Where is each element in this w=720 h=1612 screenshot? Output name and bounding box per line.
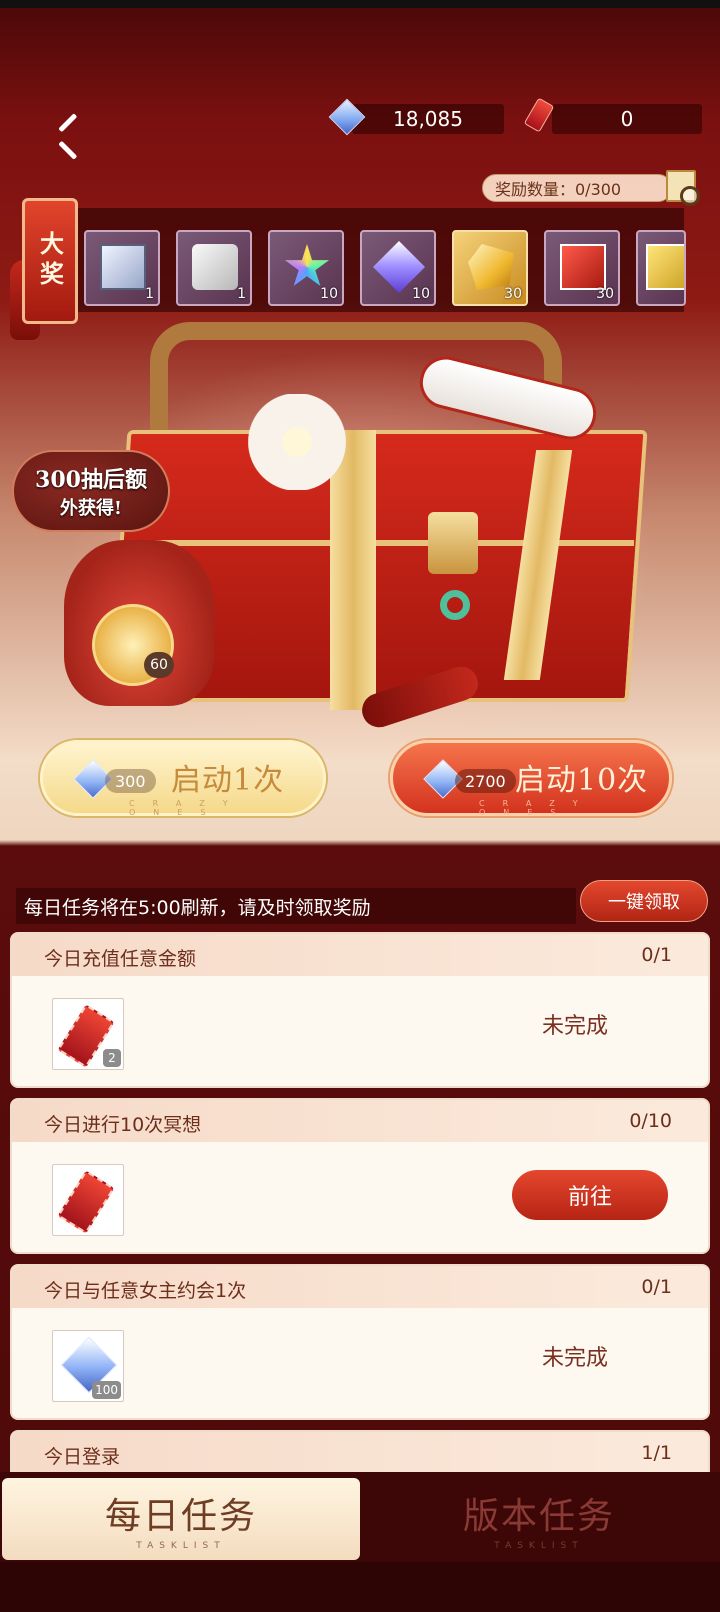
tab-daily-label: 每日任务 <box>104 1496 257 1537</box>
reward-count-label: 奖励数量：0/300 <box>495 180 622 199</box>
task-progress: 0/10 <box>629 1110 672 1132</box>
task-card: 今日进行10次冥想 0/10 前往 <box>10 1098 710 1254</box>
status-bar <box>0 0 720 8</box>
gem-balance: 18,085 <box>352 104 504 134</box>
task-reward[interactable]: 2 <box>52 998 124 1070</box>
goto-button[interactable]: 前往 <box>512 1170 668 1220</box>
tab-version-label: 版本任务 <box>462 1496 615 1537</box>
launch-10-button[interactable]: 2700 启动10次 CRAZY ONES <box>390 740 672 817</box>
ticket-balance-value: 0 <box>620 107 634 131</box>
prize-item[interactable]: 30 <box>544 230 620 306</box>
task-title: 今日充值任意金额 <box>44 948 197 970</box>
launch-1-label: 启动1次 <box>171 763 285 798</box>
task-status: 未完成 <box>542 1014 609 1039</box>
prize-item[interactable] <box>636 230 686 306</box>
launch-1-cost: 300 <box>105 769 156 793</box>
chest-lock <box>428 512 478 574</box>
task-progress: 0/1 <box>641 944 672 966</box>
task-card: 今日充值任意金额 0/1 2 未完成 <box>10 932 710 1088</box>
reward-preview-icon[interactable] <box>666 170 700 206</box>
task-title: 今日登录 <box>44 1446 121 1468</box>
prize-item[interactable]: 1 <box>176 230 252 306</box>
tab-daily-tasks[interactable]: 每日任务 TASKLIST <box>2 1478 360 1560</box>
bonus-count: 60 <box>144 652 174 678</box>
refresh-notice: 每日任务将在5:00刷新，请及时领取奖励 <box>16 888 576 924</box>
bonus-line1: 300抽后额 <box>35 467 147 493</box>
reward-count[interactable]: 奖励数量：0/300 <box>482 174 672 202</box>
tab-version-sub: TASKLIST <box>494 1541 584 1551</box>
bonus-badge: 300抽后额 外获得! <box>12 450 170 532</box>
tab-version-tasks[interactable]: 版本任务 TASKLIST <box>360 1478 718 1560</box>
launch-10-cost: 2700 <box>455 769 516 793</box>
star-icon <box>284 244 330 286</box>
prize-count: 30 <box>596 286 614 302</box>
bonus-line2: 外获得! <box>60 498 122 519</box>
launch-10-sub: CRAZY ONES <box>479 799 596 817</box>
yellow-box-icon <box>646 244 684 290</box>
claim-all-label: 一键领取 <box>608 892 680 913</box>
grand-prize-tag-label: 大奖 <box>35 231 65 291</box>
magnolia-flower <box>232 394 362 490</box>
task-progress: 1/1 <box>641 1442 672 1464</box>
task-reward[interactable] <box>52 1164 124 1236</box>
prize-count: 1 <box>145 286 154 302</box>
ticket-icon <box>57 1170 115 1234</box>
gem-balance-value: 18,085 <box>393 107 463 131</box>
event-screen: 18,085 0 奖励数量：0/300 大奖 1 1 10 10 30 30 6… <box>0 0 720 1612</box>
prize-item[interactable]: 1 <box>84 230 160 306</box>
bags-icon <box>192 244 238 290</box>
task-reward[interactable]: 100 <box>52 1330 124 1402</box>
task-card: 今日与任意女主约会1次 0/1 100 未完成 <box>10 1264 710 1420</box>
task-title: 今日与任意女主约会1次 <box>44 1280 247 1302</box>
prize-item[interactable]: 10 <box>360 230 436 306</box>
prize-count: 1 <box>237 286 246 302</box>
goto-label: 前往 <box>567 1185 612 1210</box>
prize-count: 10 <box>320 286 338 302</box>
grand-prize-tag: 大奖 <box>22 198 78 324</box>
launch-1-button[interactable]: 300 启动1次 CRAZY ONES <box>40 740 326 817</box>
prize-count: 10 <box>412 286 430 302</box>
ticket-balance: 0 <box>552 104 702 134</box>
task-progress: 0/1 <box>641 1276 672 1298</box>
task-reward-count: 100 <box>92 1381 121 1399</box>
launch-10-label: 启动10次 <box>515 763 649 798</box>
claim-all-button[interactable]: 一键领取 <box>580 880 708 922</box>
task-title: 今日进行10次冥想 <box>44 1114 202 1136</box>
prize-count: 30 <box>504 286 522 302</box>
gold-gem-icon <box>468 244 514 290</box>
prize-item[interactable]: 30 <box>452 230 528 306</box>
back-icon[interactable] <box>50 118 90 158</box>
launch-1-sub: CRAZY ONES <box>129 799 246 817</box>
prize-item[interactable]: 10 <box>268 230 344 306</box>
box-icon <box>100 244 146 290</box>
refresh-notice-text: 每日任务将在5:00刷新，请及时领取奖励 <box>24 896 371 919</box>
task-reward-count: 2 <box>103 1049 121 1067</box>
bottom-strip <box>0 1562 720 1612</box>
tab-daily-sub: TASKLIST <box>136 1541 226 1551</box>
jade-ring <box>440 590 470 620</box>
ticket-icon <box>523 97 555 133</box>
red-box-icon <box>560 244 606 290</box>
task-status: 未完成 <box>542 1346 609 1371</box>
